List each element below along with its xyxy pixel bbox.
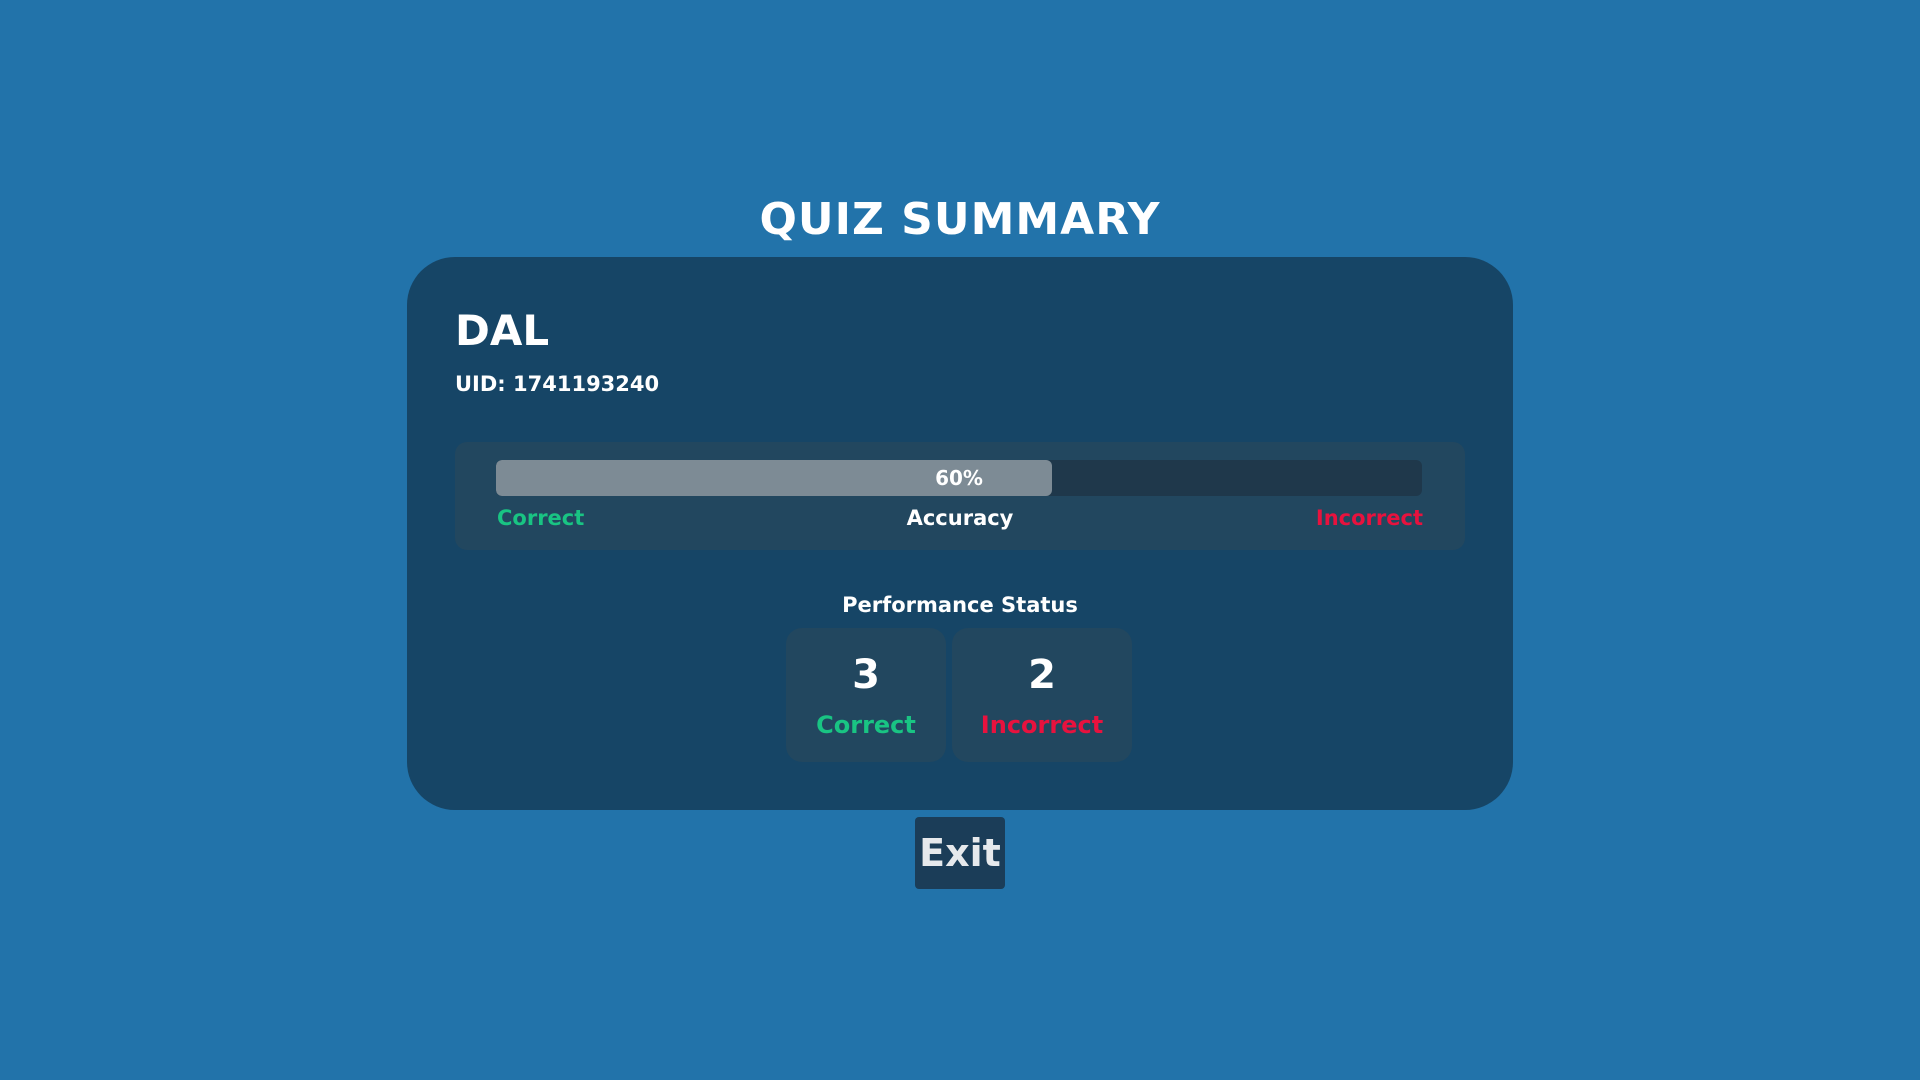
performance-status-title: Performance Status: [842, 593, 1078, 617]
accuracy-bar: 60%: [496, 460, 1422, 496]
player-name: DAL: [455, 306, 550, 355]
incorrect-count: 2: [1028, 652, 1056, 698]
incorrect-stat-box: 2 Incorrect: [952, 628, 1132, 762]
correct-stat-box: 3 Correct: [786, 628, 946, 762]
accuracy-incorrect-label: Incorrect: [1315, 506, 1423, 530]
player-uid: UID: 1741193240: [455, 372, 660, 396]
accuracy-percent: 60%: [935, 466, 983, 490]
incorrect-stat-label: Incorrect: [980, 711, 1104, 739]
accuracy-panel: 60% Correct Accuracy Incorrect: [455, 442, 1465, 550]
correct-count: 3: [852, 652, 880, 698]
page-title: QUIZ SUMMARY: [759, 194, 1161, 245]
exit-button[interactable]: Exit: [915, 817, 1005, 889]
summary-card: DAL UID: 1741193240 60% Correct Accuracy…: [407, 257, 1513, 810]
accuracy-label: Accuracy: [906, 506, 1014, 530]
correct-stat-label: Correct: [816, 711, 916, 739]
quiz-summary-screen: QUIZ SUMMARY DAL UID: 1741193240 60% Cor…: [0, 0, 1920, 1080]
